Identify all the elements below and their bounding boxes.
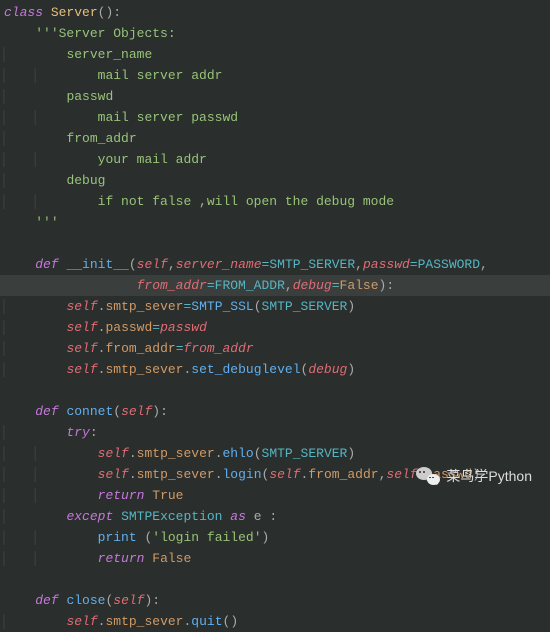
code-line: │ │ return True (0, 485, 550, 506)
keyword-class: class (4, 5, 43, 20)
docstring-open: ''' (35, 26, 58, 41)
code-line: def __init__(self,server_name=SMTP_SERVE… (0, 254, 550, 275)
docstring-close: ''' (35, 215, 58, 230)
code-line: '''Server Objects: (0, 23, 550, 44)
code-line: │ self.from_addr=from_addr (0, 338, 550, 359)
code-line: │ self.passwd=passwd (0, 317, 550, 338)
code-line: │ server_name (0, 44, 550, 65)
method-connet: connet (66, 404, 113, 419)
code-line: │ except SMTPException as e : (0, 506, 550, 527)
code-line: def connet(self): (0, 401, 550, 422)
code-line: │ try: (0, 422, 550, 443)
blank-line (0, 380, 550, 401)
blank-line (0, 233, 550, 254)
code-editor[interactable]: class Server(): '''Server Objects: │ ser… (0, 0, 550, 632)
watermark: 菜鸟学Python (416, 466, 532, 487)
code-line: │ │ your mail addr (0, 149, 550, 170)
code-line: class Server(): (0, 2, 550, 23)
code-line: │ │ self.smtp_sever.ehlo(SMTP_SERVER) (0, 443, 550, 464)
method-init: __init__ (66, 257, 128, 272)
code-line: │ │ print ('login failed') (0, 527, 550, 548)
code-line: │ debug (0, 170, 550, 191)
code-line: │ passwd (0, 86, 550, 107)
watermark-text: 菜鸟学Python (446, 466, 532, 487)
code-line: │ │ return False (0, 548, 550, 569)
code-line: │ │ if not false ,will open the debug mo… (0, 191, 550, 212)
code-line: │ self.smtp_sever.quit() (0, 611, 550, 632)
code-line: │ self.smtp_sever=SMTP_SSL(SMTP_SERVER) (0, 296, 550, 317)
code-line: │ self.smtp_sever.set_debuglevel(debug) (0, 359, 550, 380)
code-line: def close(self): (0, 590, 550, 611)
wechat-icon (416, 467, 440, 487)
blank-line (0, 569, 550, 590)
cursor-line: from_addr=FROM_ADDR,debug=False): (0, 275, 550, 296)
method-close: close (66, 593, 105, 608)
code-line: ''' (0, 212, 550, 233)
code-line: │ │ mail server addr (0, 65, 550, 86)
class-name: Server (51, 5, 98, 20)
code-line: │ │ mail server passwd (0, 107, 550, 128)
code-line: │ from_addr (0, 128, 550, 149)
